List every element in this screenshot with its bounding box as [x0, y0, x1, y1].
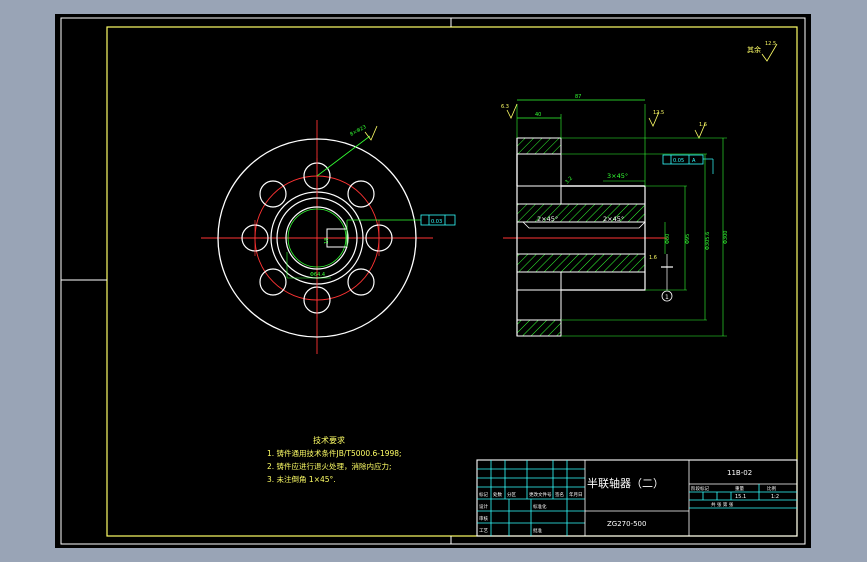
keywidth-dim: 18: [324, 238, 330, 244]
bolt-hole-bottom-section: [516, 289, 562, 321]
tech-item-3: 3. 未注倒角 1×45°.: [267, 474, 336, 484]
gtol-datum: A: [692, 158, 696, 164]
rough-chamfer: 3.2: [564, 176, 574, 186]
gtol-value: 0.05: [673, 158, 684, 164]
drawing-material: ZG270-500: [607, 520, 646, 528]
drawing-sheet: 其余 12.5 8×Φ23 0.03 18 Φ64.4 3×45° 2×45° …: [60, 17, 806, 545]
outer-border: [60, 17, 806, 545]
bore-dim: Φ60: [665, 234, 671, 244]
weight-label: 重量: [735, 485, 744, 492]
rough-face-right: 12.5: [653, 110, 664, 116]
datum-label: 1: [665, 294, 669, 301]
chamfer-big-label: 3×45°: [607, 172, 628, 180]
flange-bottom-hatch: [516, 319, 562, 337]
keyway-tol-value: 0.03: [431, 219, 442, 225]
weight-value: 15.1: [735, 494, 746, 500]
tb-role-3: 工艺: [479, 528, 488, 534]
hub-width-dim: 40: [535, 112, 541, 118]
hub-dim: Φ95: [685, 234, 691, 244]
tech-item-2: 2. 铸件应进行退火处理，消除内应力;: [267, 461, 392, 471]
hub-wall-bottom: [516, 253, 646, 273]
tech-requirements: 技术要求 1. 铸件通用技术条件JB/T5000.6-1998; 2. 铸件应进…: [267, 435, 402, 484]
stage-label: 阶段标记: [691, 485, 709, 492]
overall-width-dim: 87: [575, 94, 581, 100]
roughness-other-value: 12.5: [765, 41, 776, 47]
rough-bore: 1.6: [649, 255, 657, 261]
drawing-number: 11B-02: [727, 469, 752, 477]
tb-col-2: 处数: [493, 491, 502, 498]
holes-dim: 8×Φ23: [349, 124, 367, 138]
outer-dim: Φ300: [723, 231, 729, 244]
tech-item-1: 1. 铸件通用技术条件JB/T5000.6-1998;: [267, 448, 402, 458]
flange-dim: Φ305.6: [705, 232, 711, 250]
roughness-other-label: 其余: [747, 45, 761, 54]
chamfer-right-label: 2×45°: [603, 215, 624, 223]
tb-col-4: 更改文件号: [529, 491, 552, 498]
tb-col-1: 标记: [479, 491, 488, 498]
cad-drawing-canvas: 其余 12.5 8×Φ23 0.03 18 Φ64.4 3×45° 2×45° …: [55, 14, 811, 548]
keyway-dim: Φ64.4: [310, 272, 325, 278]
section-view: 3×45° 2×45° 2×45° 3.2 87 40 6.3 12.5 1.6…: [501, 94, 729, 337]
front-view: 8×Φ23 0.03 18 Φ64.4: [201, 120, 456, 354]
chamfer-left-label: 2×45°: [537, 215, 558, 223]
sheet-info: 共 张 第 张: [711, 501, 734, 508]
scale-label: 比例: [767, 485, 776, 492]
rough-face-left: 6.3: [501, 104, 509, 110]
tb-role-4: 标准化: [533, 503, 547, 510]
flange-top-hatch: [516, 137, 562, 155]
rough-outer: 1.6: [699, 122, 707, 128]
tb-col-6: 年月日: [569, 491, 583, 498]
tb-role-5: 批准: [533, 527, 542, 534]
bolt-hole-top-section: [516, 153, 562, 187]
tb-col-3: 分区: [507, 491, 516, 498]
tech-heading: 技术要求: [313, 435, 345, 445]
scale-value: 1:2: [771, 494, 779, 500]
drawing-title: 半联轴器（二）: [587, 476, 664, 490]
tb-role-1: 设计: [479, 503, 488, 510]
title-block: 标记 处数 分区 更改文件号 签名 年月日 设计 审核 工艺 标准化 批准 半联…: [476, 459, 798, 537]
tb-col-5: 签名: [555, 491, 564, 498]
tb-role-2: 审核: [479, 515, 488, 522]
